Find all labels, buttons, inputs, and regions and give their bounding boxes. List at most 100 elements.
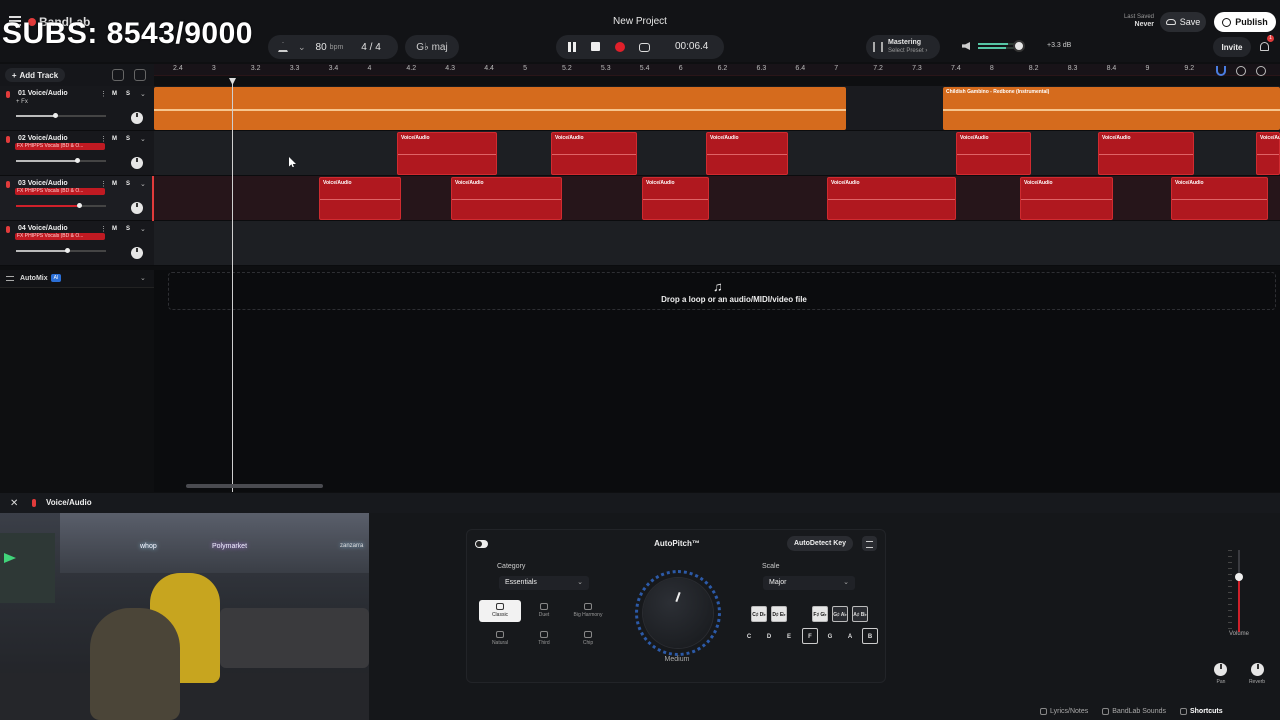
pan-knob[interactable] [131,112,143,124]
track-lane-4[interactable] [154,221,1280,266]
mute-button[interactable]: M [112,226,117,232]
speaker-icon[interactable] [962,42,970,50]
drop-zone[interactable]: ♫ Drop a loop or an audio/MIDI/video fil… [168,272,1276,310]
key-c[interactable]: C [741,628,757,644]
correction-knob[interactable] [635,570,721,656]
zoom-in-icon[interactable] [1256,66,1266,76]
track-name[interactable]: 03 Voice/Audio [18,180,68,187]
more-options-icon[interactable]: ⋮ [100,135,107,143]
master-volume-knob[interactable] [1013,40,1025,52]
audio-clip[interactable]: Voice/Audio [397,132,497,175]
record-button[interactable] [614,41,626,53]
close-icon[interactable]: ✕ [10,498,18,509]
solo-button[interactable]: S [126,181,130,187]
bandlab-sounds-button[interactable]: BandLab Sounds [1102,707,1166,715]
mode-classic[interactable]: Classic [479,600,521,622]
knob-body[interactable] [643,578,713,648]
volume-handle[interactable] [1235,573,1243,581]
pan-knob[interactable] [131,202,143,214]
more-options-icon[interactable]: ⋮ [100,90,107,98]
mode-third[interactable]: Third [523,628,565,650]
audio-clip[interactable]: Voice/Audio [551,132,637,175]
settings-sliders-icon[interactable] [862,536,877,551]
mode-big-harmony[interactable]: Big Harmony [567,600,609,622]
audio-clip[interactable]: Voice/Audio [1098,132,1194,175]
audio-clip[interactable]: Voice/Audio [706,132,788,175]
fader-knob[interactable] [75,158,80,163]
invite-button[interactable]: Invite [1213,37,1251,57]
audio-clip[interactable]: Voice/Audio [1020,177,1113,220]
key-d[interactable]: D [761,628,777,644]
mode-chip[interactable]: Chip [567,628,609,650]
track-name[interactable]: 04 Voice/Audio [18,225,68,232]
automix-row[interactable]: AutoMix AI ⌄ [0,270,154,288]
loop-button[interactable] [638,41,650,53]
reverb-knob[interactable] [1251,663,1264,676]
scale-select[interactable]: Major ⌄ [763,576,855,590]
mute-button[interactable]: M [112,91,117,97]
volume-fader[interactable] [16,158,106,163]
key-d-sharp[interactable]: D♯ E♭ [771,606,787,622]
key-b[interactable]: B [862,628,878,644]
add-fx-button[interactable]: + Fx [16,99,28,105]
mastering-button[interactable]: Mastering Select Preset › [866,35,940,59]
save-button[interactable]: Save [1160,12,1206,32]
volume-fader[interactable] [16,248,106,253]
bpm-value[interactable]: 80 [316,42,327,53]
audio-clip[interactable]: Voice/Audio [956,132,1031,175]
project-title[interactable]: New Project [580,16,700,27]
audio-clip[interactable] [154,87,846,130]
track-header-3[interactable]: 03 Voice/Audio FX PHIPPS Vocals (BD & O.… [0,176,154,221]
grid-view-icon[interactable] [134,69,146,81]
lyrics-notes-button[interactable]: Lyrics/Notes [1040,707,1088,715]
mode-duet[interactable]: Duet [523,600,565,622]
solo-button[interactable]: S [126,136,130,142]
playhead[interactable] [232,78,233,492]
mute-button[interactable]: M [112,136,117,142]
key-g-sharp[interactable]: G♯ A♭ [832,606,848,622]
zoom-out-icon[interactable] [1236,66,1246,76]
timeline-ruler[interactable]: 2.4 3 3.2 3.3 3.4 4 4.2 4.3 4.4 5 5.2 5.3 5.4 6 6.2 6.3… [154,64,1280,76]
more-options-icon[interactable]: ⋮ [100,180,107,188]
mute-button[interactable]: M [112,181,117,187]
audio-clip[interactable]: Voice/Audio [319,177,401,220]
fx-preset-badge[interactable]: FX PHIPPS Vocals (BD & O... [15,143,105,150]
pan-knob[interactable] [131,247,143,259]
chevron-down-icon[interactable]: ⌄ [140,180,146,188]
audio-clip[interactable]: Voice/Audio [1171,177,1268,220]
solo-button[interactable]: S [126,226,130,232]
chevron-down-icon[interactable]: ⌄ [140,135,146,143]
add-track-button[interactable]: + Add Track [5,68,65,82]
solo-button[interactable]: S [126,91,130,97]
pause-button[interactable] [566,41,578,53]
mode-natural[interactable]: Natural [479,628,521,650]
bell-icon[interactable] [1260,42,1269,51]
key-c-sharp[interactable]: C♯ D♭ [751,606,767,622]
key-g[interactable]: G [822,628,838,644]
track-lane-3[interactable]: Voice/Audio Voice/Audio Voice/Audio Voic… [154,176,1280,221]
pan-knob[interactable] [131,157,143,169]
automation-icon[interactable] [112,69,124,81]
magnet-icon[interactable] [1216,66,1226,76]
tempo-controls[interactable]: ⌄ 80 bpm 4 / 4 [268,35,398,59]
time-signature[interactable]: 4 / 4 [361,42,380,53]
playhead-handle[interactable] [229,78,236,85]
audio-clip[interactable]: Voice/Audio [642,177,709,220]
fx-preset-badge[interactable]: FX PHIPPS Vocals (BD & O... [15,233,105,240]
volume-fader[interactable] [16,203,106,208]
stop-button[interactable] [590,41,602,53]
audio-clip[interactable]: Voice/Audio [1256,132,1280,175]
fx-preset-badge[interactable]: FX PHIPPS Vocals (BD & O... [15,188,105,195]
publish-button[interactable]: Publish [1214,12,1276,32]
track-header-1[interactable]: 01 Voice/Audio + Fx ⋮ M S ⌄ [0,86,154,131]
chevron-down-icon[interactable]: ⌄ [140,225,146,233]
key-selector[interactable]: G♭ maj [405,35,459,59]
audio-clip[interactable]: Voice/Audio [451,177,562,220]
key-a-sharp[interactable]: A♯ B♭ [852,606,868,622]
fader-knob[interactable] [65,248,70,253]
audio-clip[interactable]: Voice/Audio [827,177,956,220]
chevron-down-icon[interactable]: ⌄ [298,42,306,53]
horizontal-scrollbar[interactable] [186,484,323,488]
track-lane-1[interactable]: Childish Gambino - Redbone (Instrumental… [154,86,1280,131]
metronome-icon[interactable] [278,42,288,52]
